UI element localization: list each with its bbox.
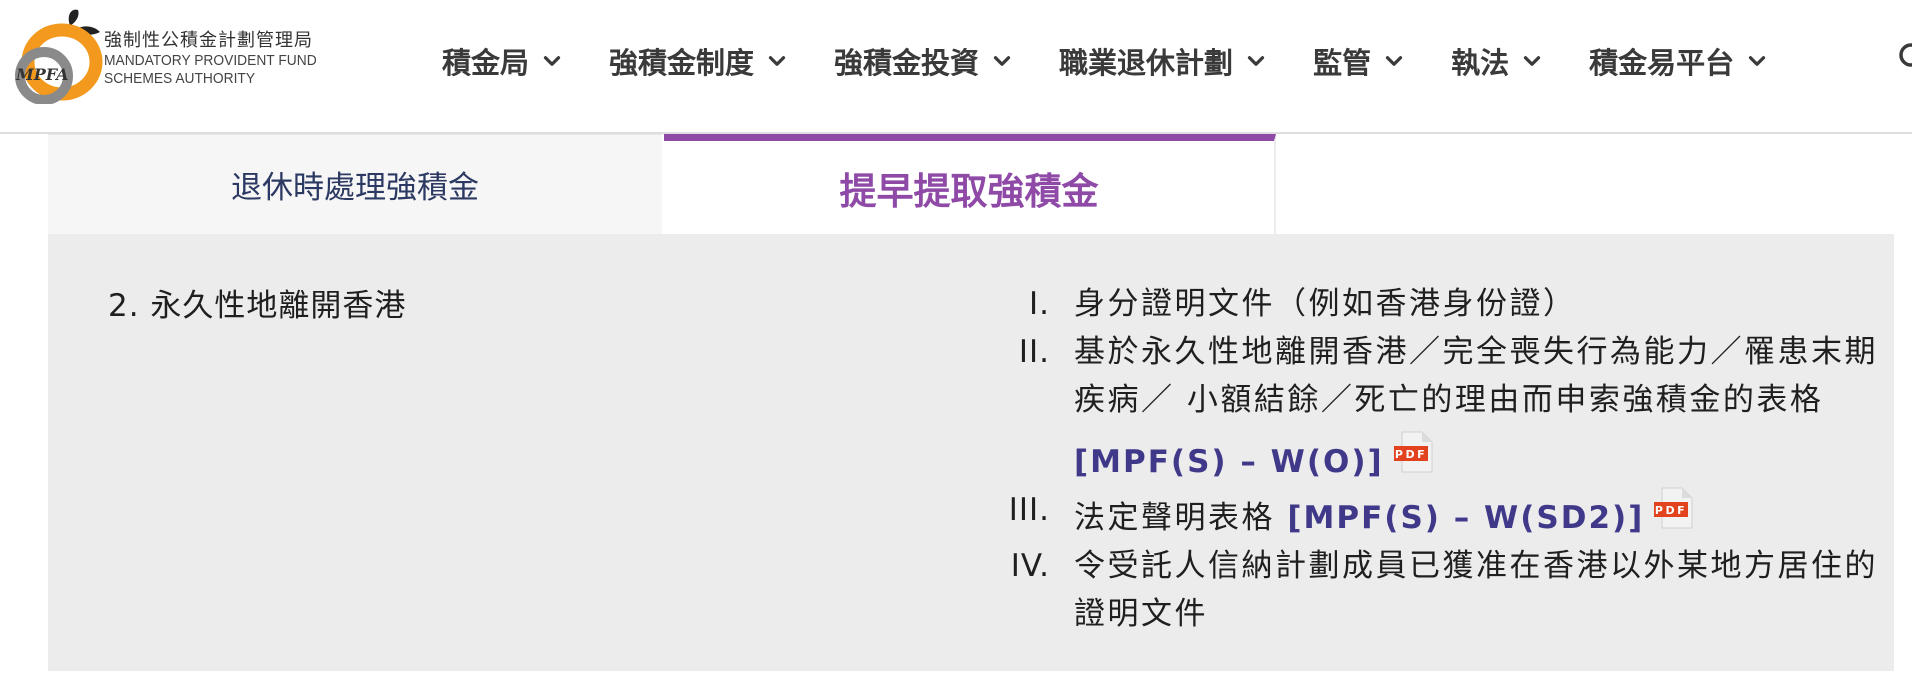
tab-label: 提早提取強積金 <box>839 169 1099 213</box>
list-item-number: II. <box>1018 334 1050 370</box>
logo-name-en-line2: SCHEMES AUTHORITY <box>104 70 256 87</box>
list-item-text: 身分證明文件（例如香港身份證） <box>1074 286 1577 322</box>
nav-item-label: 強積金制度 <box>609 46 755 80</box>
search-icon[interactable] <box>1896 40 1912 76</box>
list-item-number: IV. <box>1010 548 1050 584</box>
pdf-icon-label: PDF <box>1655 504 1687 517</box>
logo-text: 強制性公積金計劃管理局 MANDATORY PROVIDENT FUND SCH… <box>104 30 317 88</box>
nav-item-mpf-investment[interactable]: 強積金投資 <box>834 40 1015 82</box>
nav-item-label: 監管 <box>1313 46 1372 80</box>
mpfa-logo-mark: MPFA <box>15 9 103 104</box>
list-item-text: 令受託人信納計劃成員已獲准在香港以外某地方居住的證明文件 <box>1074 548 1878 632</box>
list-item: III. 法定聲明表格 [MPF(S) – W(SD2)] PDF <box>938 486 1888 542</box>
pdf-icon-label: PDF <box>1395 448 1427 461</box>
nav-item-empf-platform[interactable]: 積金易平台 <box>1589 40 1770 82</box>
list-item-number: I. <box>1029 286 1050 322</box>
list-item: II. 基於永久性地離開香港／完全喪失行為能力／罹患末期疾病／ 小額結餘／死亡的… <box>938 328 1888 486</box>
nav-item-regulation[interactable]: 監管 <box>1313 40 1407 82</box>
nav-item-label: 強積金投資 <box>834 46 980 80</box>
content-panel: 2. 永久性地離開香港 I. 身分證明文件（例如香港身份證） II. 基於永久性… <box>48 234 1894 671</box>
required-documents-list: I. 身分證明文件（例如香港身份證） II. 基於永久性地離開香港／完全喪失行為… <box>938 280 1888 638</box>
list-item: IV. 令受託人信納計劃成員已獲准在香港以外某地方居住的證明文件 <box>938 542 1888 638</box>
chevron-down-icon <box>1385 56 1403 66</box>
chevron-down-icon <box>993 56 1011 66</box>
tab-retirement-withdrawal[interactable]: 退休時處理強積金 <box>48 134 662 234</box>
list-item: I. 身分證明文件（例如香港身份證） <box>938 280 1888 328</box>
pdf-file-icon[interactable]: PDF <box>1393 430 1434 474</box>
nav-item-enforcement[interactable]: 執法 <box>1451 40 1545 82</box>
chevron-down-icon <box>1748 56 1766 66</box>
tab-label: 退休時處理強積金 <box>231 170 479 206</box>
pdf-file-icon[interactable]: PDF <box>1654 486 1694 530</box>
tab-early-withdrawal[interactable]: 提早提取強積金 <box>664 134 1276 234</box>
site-header: MPFA 強制性公積金計劃管理局 MANDATORY PROVIDENT FUN… <box>0 0 1912 134</box>
form-link-mpf-s-w-o[interactable]: [MPF(S) – W(O)] <box>1074 444 1384 480</box>
list-item-text: 基於永久性地離開香港／完全喪失行為能力／罹患末期疾病／ 小額結餘／死亡的理由而申… <box>1074 334 1878 418</box>
main-nav: 積金局 強積金制度 強積金投資 職業退休計劃 監管 執法 積金易平台 <box>442 36 1814 86</box>
chevron-down-icon <box>768 56 786 66</box>
svg-text:MPFA: MPFA <box>15 65 69 84</box>
nav-item-label: 積金易平台 <box>1589 46 1735 80</box>
logo-name-zh: 強制性公積金計劃管理局 <box>104 30 313 51</box>
nav-item-label: 執法 <box>1451 46 1510 80</box>
chevron-down-icon <box>1523 56 1541 66</box>
withdrawal-reason: 2. 永久性地離開香港 <box>108 288 407 324</box>
form-link-row: [MPF(S) – W(O)] PDF <box>1074 430 1888 486</box>
chevron-down-icon <box>1247 56 1265 66</box>
logo-name-en-line1: MANDATORY PROVIDENT FUND <box>104 52 317 69</box>
nav-item-label: 職業退休計劃 <box>1059 46 1234 80</box>
nav-item-label: 積金局 <box>442 46 530 80</box>
list-item-number: III. <box>1008 492 1050 528</box>
nav-item-mpfa[interactable]: 積金局 <box>442 40 565 82</box>
withdrawal-tabs: 退休時處理強積金 提早提取強積金 <box>48 134 1276 234</box>
mpfa-logo[interactable]: MPFA 強制性公積金計劃管理局 MANDATORY PROVIDENT FUN… <box>8 4 317 104</box>
nav-item-mpf-system[interactable]: 強積金制度 <box>609 40 790 82</box>
chevron-down-icon <box>543 56 561 66</box>
nav-item-orso[interactable]: 職業退休計劃 <box>1059 40 1269 82</box>
list-item-text: 法定聲明表格 <box>1074 500 1288 536</box>
form-link-mpf-s-w-sd2[interactable]: [MPF(S) – W(SD2)] <box>1287 500 1644 536</box>
